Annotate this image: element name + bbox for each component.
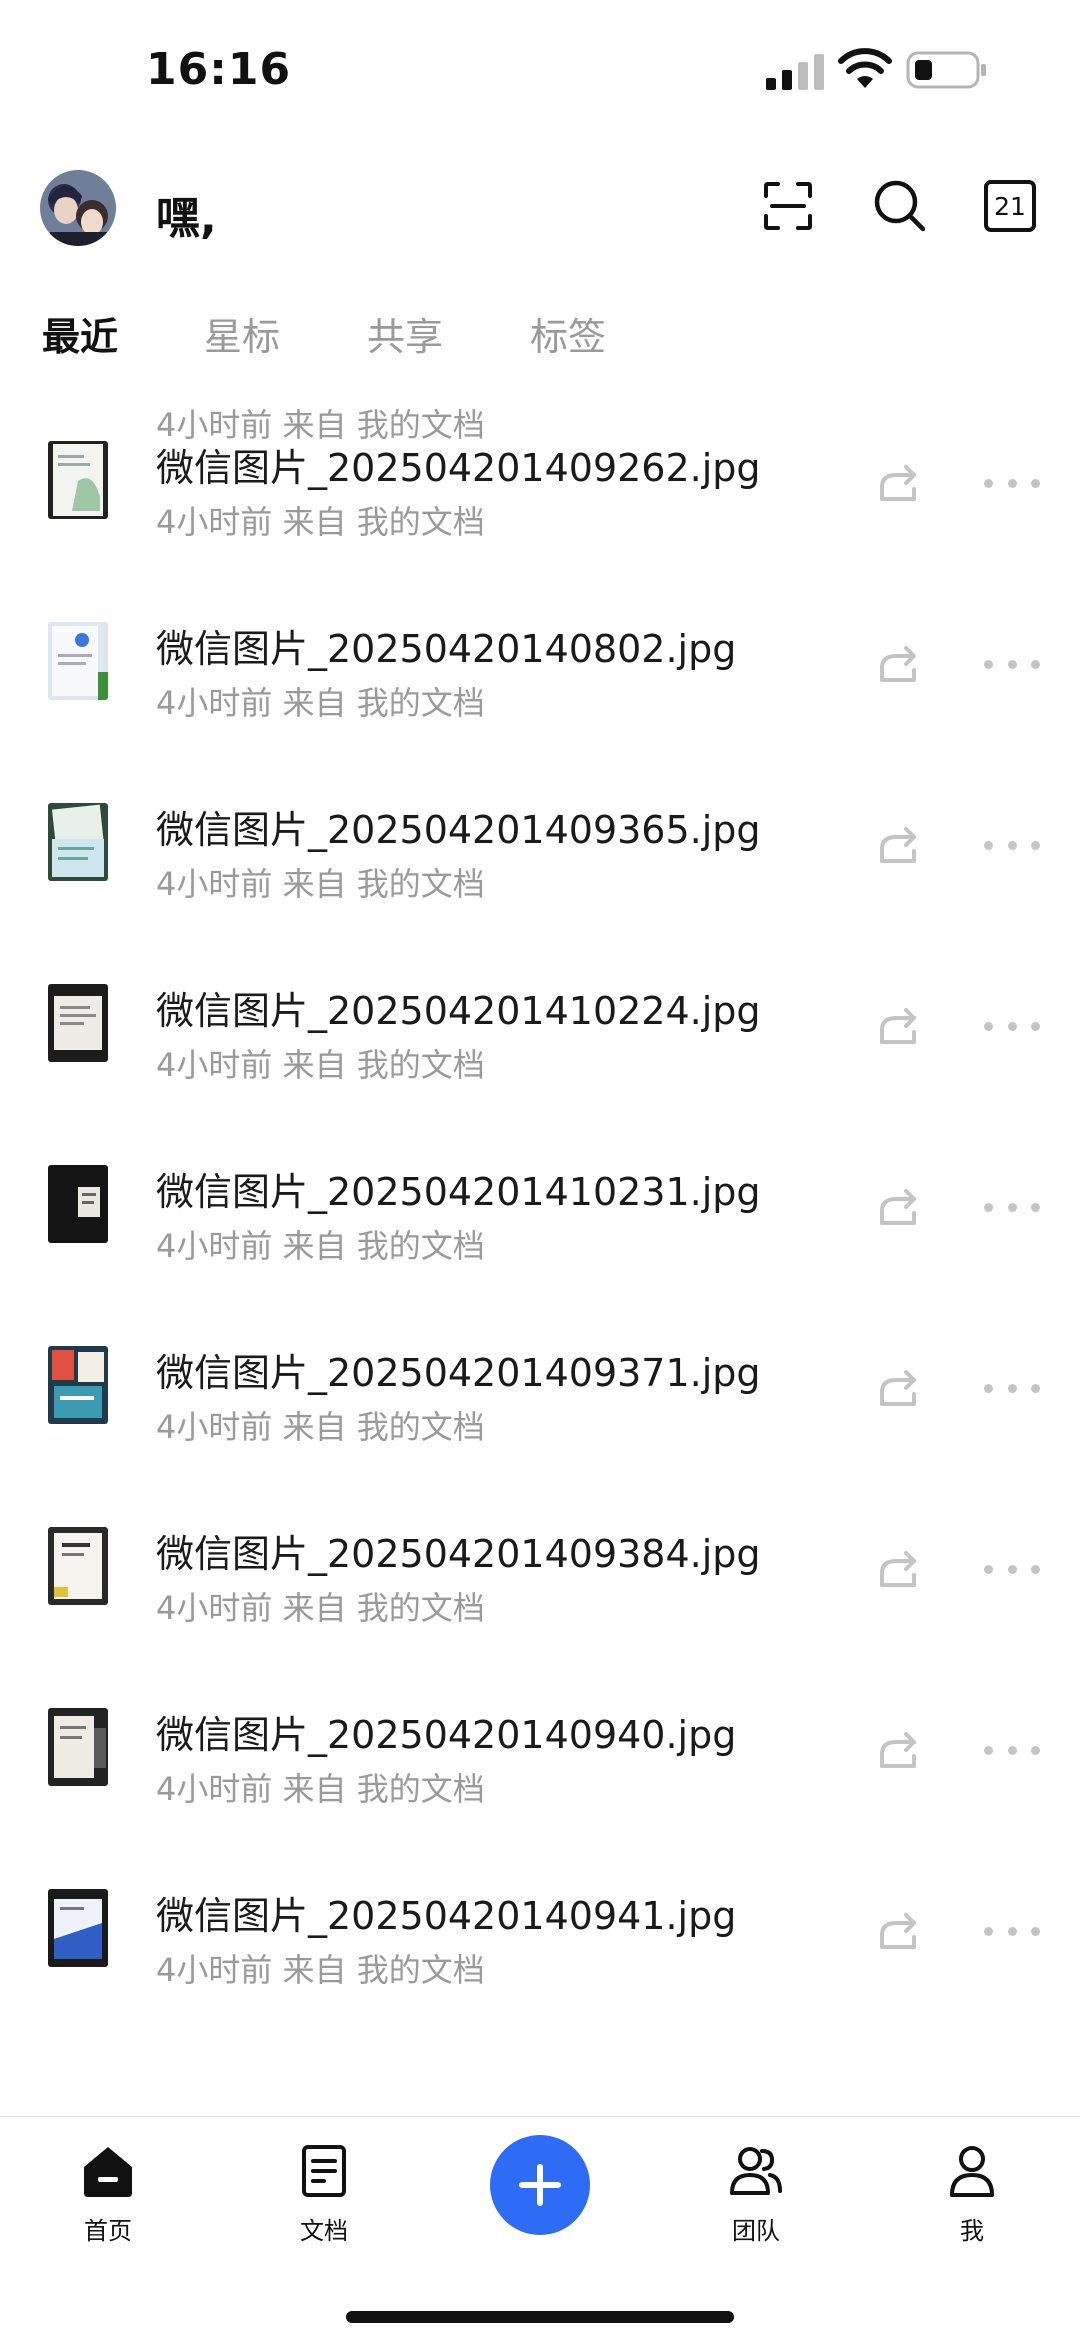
more-options-button[interactable]	[984, 1740, 1040, 1760]
file-meta: 4小时前 来自 我的文档	[156, 1046, 485, 1084]
file-meta: 4小时前 来自 我的文档	[156, 1408, 485, 1446]
user-icon	[950, 2146, 994, 2197]
home-icon	[84, 2147, 132, 2197]
list-item[interactable]: 微信图片_202504201409262.jpg 4小时前 来自 我的文档	[0, 441, 1080, 622]
share-icon[interactable]	[876, 459, 922, 505]
share-icon[interactable]	[876, 1364, 922, 1410]
share-icon[interactable]	[876, 1907, 922, 1953]
list-item[interactable]: 微信图片_20250420140802.jpg 4小时前 来自 我的文档	[0, 622, 1080, 803]
share-icon[interactable]	[876, 1183, 922, 1229]
avatar[interactable]	[40, 170, 116, 246]
tab-recent[interactable]: 最近	[42, 306, 118, 361]
tab-tags[interactable]: 标签	[530, 306, 606, 361]
file-meta: 4小时前 来自 我的文档	[156, 684, 485, 722]
file-meta: 4小时前 来自 我的文档	[156, 865, 485, 903]
status-bar: 16:16	[0, 0, 1080, 140]
file-name: 微信图片_20250420140941.jpg	[156, 1894, 737, 1938]
file-meta: 4小时前 来自 我的文档	[156, 1589, 485, 1627]
share-icon[interactable]	[876, 640, 922, 686]
list-item[interactable]: 微信图片_202504201409365.jpg 4小时前 来自 我的文档	[0, 803, 1080, 984]
document-icon	[302, 2145, 346, 2197]
bottom-nav: 首页 文档 团队 我	[0, 2116, 1080, 2341]
scan-button[interactable]	[758, 176, 818, 236]
nav-docs-label: 文档	[300, 2217, 348, 2245]
share-icon[interactable]	[876, 1002, 922, 1048]
status-time: 16:16	[146, 44, 292, 95]
more-options-button[interactable]	[984, 1016, 1040, 1036]
file-meta: 4小时前 来自 我的文档	[156, 1770, 485, 1808]
file-name: 微信图片_202504201409365.jpg	[156, 808, 761, 852]
more-options-button[interactable]	[984, 473, 1040, 493]
list-item[interactable]: 微信图片_20250420140940.jpg 4小时前 来自 我的文档	[0, 1708, 1080, 1889]
home-indicator	[346, 2311, 734, 2323]
file-name: 微信图片_202504201409384.jpg	[156, 1532, 761, 1576]
more-options-button[interactable]	[984, 654, 1040, 674]
share-icon[interactable]	[876, 1545, 922, 1591]
calendar-icon: 21	[984, 180, 1036, 232]
list-item[interactable]: 4小时前 来自 我的文档	[0, 380, 1080, 444]
file-thumbnail	[48, 1165, 108, 1243]
search-button[interactable]	[870, 176, 930, 236]
plus-icon	[519, 2164, 561, 2206]
nav-docs[interactable]: 文档	[254, 2143, 394, 2263]
file-thumbnail	[48, 1527, 108, 1605]
list-item[interactable]: 微信图片_202504201409384.jpg 4小时前 来自 我的文档	[0, 1527, 1080, 1708]
file-name: 微信图片_202504201410231.jpg	[156, 1170, 761, 1214]
more-options-button[interactable]	[984, 1197, 1040, 1217]
file-name: 微信图片_202504201409371.jpg	[156, 1351, 761, 1395]
more-options-button[interactable]	[984, 1378, 1040, 1398]
nav-me-label: 我	[960, 2217, 984, 2245]
nav-team[interactable]: 团队	[686, 2143, 826, 2263]
file-thumbnail	[48, 1889, 108, 1967]
file-name: 微信图片_202504201410224.jpg	[156, 989, 761, 1033]
list-item[interactable]: 微信图片_20250420140941.jpg 4小时前 来自 我的文档	[0, 1889, 1080, 2070]
file-name: 微信图片_20250420140802.jpg	[156, 627, 737, 671]
avatar-image	[40, 170, 116, 246]
file-name: 微信图片_20250420140940.jpg	[156, 1713, 737, 1757]
team-icon	[730, 2147, 782, 2195]
file-thumbnail	[48, 984, 108, 1062]
file-thumbnail	[48, 622, 108, 700]
nav-team-label: 团队	[732, 2217, 780, 2245]
app-header: 嘿, 21	[0, 160, 1080, 260]
share-icon[interactable]	[876, 821, 922, 867]
file-thumbnail	[48, 803, 108, 881]
more-options-button[interactable]	[984, 1559, 1040, 1579]
file-thumbnail	[48, 1346, 108, 1424]
file-meta: 4小时前 来自 我的文档	[156, 1227, 485, 1265]
calendar-button[interactable]: 21	[980, 176, 1040, 236]
search-icon	[874, 180, 926, 232]
file-thumbnail	[48, 441, 108, 519]
scan-icon	[764, 182, 812, 230]
file-list: 4小时前 来自 我的文档 微信图片_202504201409262.jpg 4小…	[0, 380, 1080, 2116]
file-meta: 4小时前 来自 我的文档	[156, 1951, 485, 1989]
greeting: 嘿,	[156, 193, 217, 244]
tab-bar: 最近 星标 共享 标签	[0, 300, 1080, 364]
file-thumbnail	[48, 1708, 108, 1786]
more-options-button[interactable]	[984, 835, 1040, 855]
list-item[interactable]: 微信图片_202504201410224.jpg 4小时前 来自 我的文档	[0, 984, 1080, 1165]
more-options-button[interactable]	[984, 1921, 1040, 1941]
file-meta: 4小时前 来自 我的文档	[156, 503, 485, 541]
cellular-signal-icon	[766, 54, 824, 90]
file-name: 微信图片_202504201409262.jpg	[156, 446, 761, 490]
calendar-day: 21	[994, 191, 1026, 221]
battery-icon	[906, 51, 986, 89]
share-icon[interactable]	[876, 1726, 922, 1772]
tab-shared[interactable]: 共享	[367, 306, 443, 361]
nav-home[interactable]: 首页	[38, 2143, 178, 2263]
wifi-icon	[838, 48, 892, 88]
add-button[interactable]	[490, 2135, 590, 2235]
tab-starred[interactable]: 星标	[204, 306, 280, 361]
nav-me[interactable]: 我	[902, 2143, 1042, 2263]
list-item[interactable]: 微信图片_202504201410231.jpg 4小时前 来自 我的文档	[0, 1165, 1080, 1346]
list-item[interactable]: 微信图片_202504201409371.jpg 4小时前 来自 我的文档	[0, 1346, 1080, 1527]
nav-home-label: 首页	[84, 2217, 132, 2245]
